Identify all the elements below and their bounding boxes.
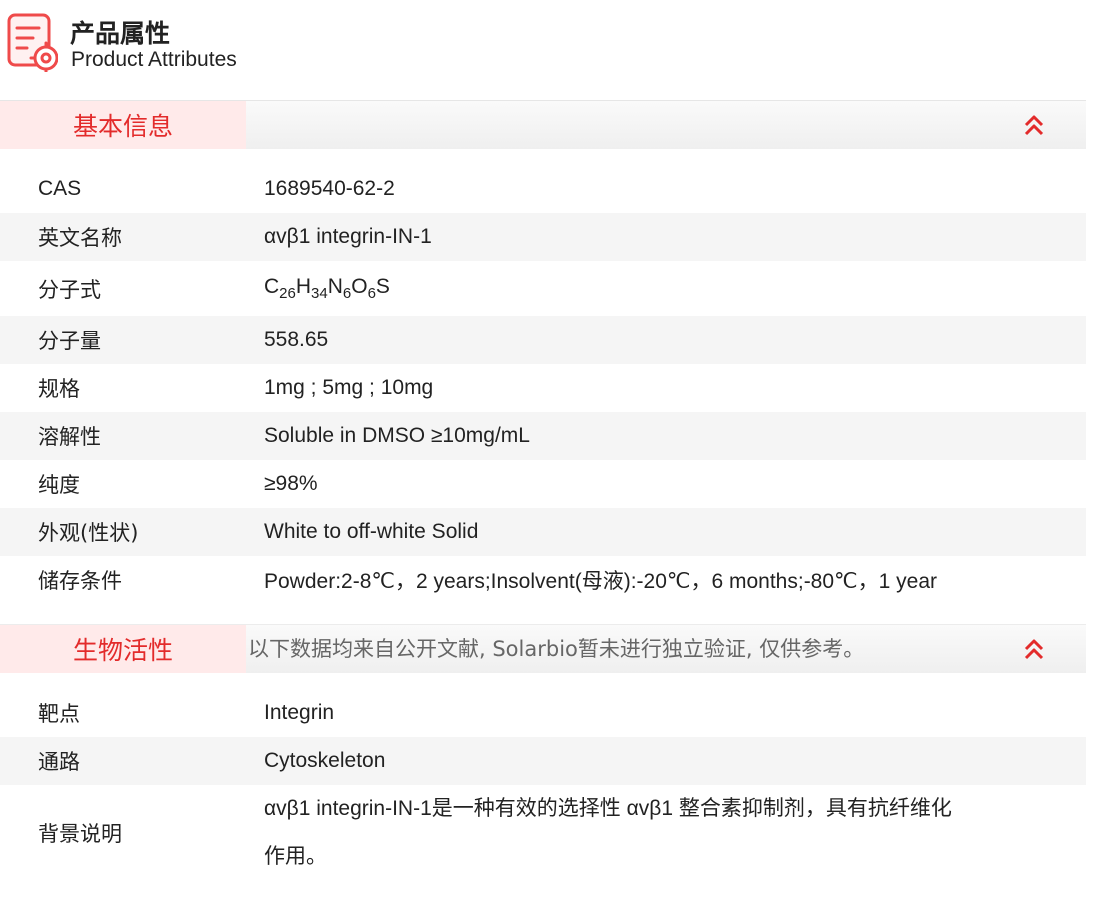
- attr-value: 1689540-62-2: [264, 177, 395, 200]
- attr-row-pathway: 通路 Cytoskeleton: [0, 737, 1086, 785]
- attr-label: 溶解性: [38, 425, 101, 449]
- section-divider: [0, 604, 1086, 625]
- attr-row-english-name: 英文名称 αvβ1 integrin-IN-1: [0, 213, 1086, 261]
- double-chevron-up-icon[interactable]: [1022, 113, 1046, 137]
- molecular-formula: C26H34N6O6S: [264, 275, 390, 302]
- attr-row-molecular-weight: 分子量 558.65: [0, 316, 1086, 364]
- document-settings-icon: [7, 13, 58, 72]
- attr-row-background: 背景说明 αvβ1 integrin-IN-1是一种有效的选择性 αvβ1 整合…: [0, 785, 1086, 881]
- description-line: αvβ1 integrin-IN-1是一种有效的选择性 αvβ1 整合素抑制剂，…: [264, 797, 952, 820]
- attr-value: Integrin: [264, 701, 335, 724]
- attr-row-cas: CAS 1689540-62-2: [0, 165, 1086, 213]
- attr-row-solubility: 溶解性 Soluble in DMSO ≥10mg/mL: [0, 412, 1086, 460]
- attr-label: 外观(性状): [38, 521, 139, 545]
- page-subtitle: Product Attributes: [71, 48, 237, 71]
- attr-row-target: 靶点 Integrin: [0, 689, 1086, 737]
- formula-count: 34: [311, 285, 328, 302]
- basic-info-tab[interactable]: 基本信息: [0, 101, 246, 149]
- formula-element: H: [295, 275, 312, 298]
- attr-label: 规格: [38, 377, 80, 401]
- page-title: 产品属性: [70, 19, 171, 48]
- formula-count: 26: [279, 285, 296, 302]
- attr-row-formula: 分子式 C26H34N6O6S: [0, 261, 1086, 316]
- attr-row-spec: 规格 1mg ; 5mg ; 10mg: [0, 364, 1086, 412]
- formula-element: C: [264, 275, 280, 298]
- basic-info-section-header: 基本信息: [0, 101, 1086, 149]
- bio-activity-tab[interactable]: 生物活性: [0, 625, 246, 673]
- attr-label: 储存条件: [38, 569, 122, 593]
- attr-label: 纯度: [38, 473, 80, 497]
- attr-label: 分子式: [38, 277, 101, 302]
- page-header: 产品属性 Product Attributes: [0, 0, 1107, 101]
- attr-row-appearance: 外观(性状) White to off-white Solid: [0, 508, 1086, 556]
- formula-element: S: [375, 275, 390, 298]
- description-line: 作用。: [264, 845, 327, 868]
- attr-label: CAS: [38, 177, 82, 200]
- attr-value: 558.65: [264, 328, 329, 351]
- attr-label: 通路: [38, 750, 80, 774]
- formula-count: 6: [367, 285, 376, 302]
- formula-count: 6: [342, 285, 352, 302]
- attr-value: White to off-white Solid: [264, 520, 479, 543]
- bio-activity-section-header: 生物活性 以下数据均来自公开文献, Solarbio暂未进行独立验证, 仅供参考…: [0, 625, 1086, 673]
- attr-value: 1mg ; 5mg ; 10mg: [264, 376, 434, 399]
- attr-label: 背景说明: [38, 822, 122, 846]
- attr-label: 靶点: [38, 702, 80, 726]
- disclaimer-note: 以下数据均来自公开文献, Solarbio暂未进行独立验证, 仅供参考。: [248, 637, 865, 661]
- attr-label: 英文名称: [38, 226, 122, 250]
- attr-value: αvβ1 integrin-IN-1: [264, 225, 432, 248]
- attr-row-purity: 纯度 ≥98%: [0, 460, 1086, 508]
- attr-value: Soluble in DMSO ≥10mg/mL: [264, 424, 530, 447]
- attr-row-storage: 储存条件 Powder:2-8℃，2 years;Insolvent(母液):-…: [0, 556, 1086, 604]
- formula-element: O: [351, 275, 368, 298]
- background-description: αvβ1 integrin-IN-1是一种有效的选择性 αvβ1 整合素抑制剂，…: [264, 785, 952, 881]
- double-chevron-up-icon[interactable]: [1022, 637, 1046, 661]
- formula-element: N: [327, 275, 343, 298]
- attr-value: Cytoskeleton: [264, 749, 386, 772]
- attr-value: Powder:2-8℃，2 years;Insolvent(母液):-20℃，6…: [264, 570, 937, 593]
- attr-label: 分子量: [38, 329, 101, 353]
- attr-value: ≥98%: [264, 472, 318, 495]
